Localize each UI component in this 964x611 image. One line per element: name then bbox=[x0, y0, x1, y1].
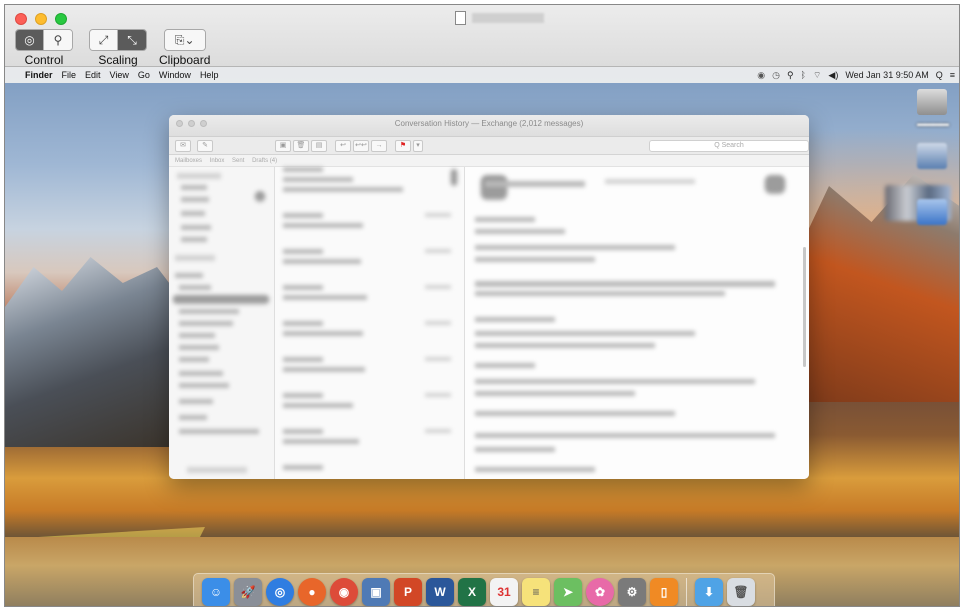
scaling-group: ⤢ ⤡ Scaling bbox=[89, 29, 147, 67]
clipboard-group: ⎘ ⌄ Clipboard bbox=[159, 29, 210, 67]
dock-system-preferences-icon[interactable]: ⚙ bbox=[618, 578, 646, 606]
outlook-window[interactable]: Conversation History — Exchange (2,012 m… bbox=[169, 115, 809, 479]
dock-notes-icon[interactable]: ≡ bbox=[522, 578, 550, 606]
remote-desktop[interactable]: Finder File Edit View Go Window Help ◉ ◷… bbox=[5, 67, 959, 606]
delete-icon[interactable]: 🗑 bbox=[293, 140, 309, 152]
dock-preview-icon[interactable]: ▣ bbox=[362, 578, 390, 606]
clock[interactable]: Wed Jan 31 9:50 AM bbox=[845, 70, 928, 80]
dock-calendar-icon[interactable]: 31 bbox=[490, 578, 518, 606]
control-group: ◎ ⚲ Control bbox=[15, 29, 73, 67]
shrink-arrows-icon[interactable]: ⤡ bbox=[118, 30, 146, 50]
notification-center-icon[interactable]: ≡ bbox=[950, 70, 955, 80]
viewer-window: ◎ ⚲ Control ⤢ ⤡ Scaling ⎘ ⌄ Clipboard Fi… bbox=[4, 4, 960, 607]
message-list[interactable] bbox=[275, 167, 465, 479]
reply-all-icon[interactable]: ↩↩ bbox=[353, 140, 369, 152]
outlook-toolbar: ✉ ✎ ▣ 🗑 ▤ ↩ ↩↩ → ⚑ ▾ Q Search bbox=[169, 137, 809, 155]
menu-window[interactable]: Window bbox=[159, 70, 191, 80]
favorite-drafts[interactable]: Drafts (4) bbox=[252, 158, 277, 164]
dock-chrome-icon[interactable]: ◉ bbox=[330, 578, 358, 606]
record-icon[interactable]: ◉ bbox=[757, 70, 765, 81]
expand-arrows-icon[interactable]: ⤢ bbox=[90, 30, 118, 50]
favorite-sent[interactable]: Sent bbox=[232, 158, 244, 164]
dock-safari-icon[interactable]: ◎ bbox=[266, 578, 294, 606]
binoculars-status-icon[interactable]: ⚲ bbox=[787, 70, 794, 81]
flag-icon[interactable]: ⚑ bbox=[395, 140, 411, 152]
document-icon bbox=[455, 11, 466, 25]
dock-launchpad-icon[interactable]: 🚀 bbox=[234, 578, 262, 606]
dock-downloads-icon[interactable]: ⬇ bbox=[695, 578, 723, 606]
menu-view[interactable]: View bbox=[110, 70, 129, 80]
junk-icon[interactable]: ▤ bbox=[311, 140, 327, 152]
folder-pane[interactable] bbox=[169, 167, 275, 479]
outlook-search-input[interactable]: Q Search bbox=[649, 140, 809, 152]
desktop-file-icon[interactable] bbox=[917, 143, 947, 169]
dock-firefox-icon[interactable]: ● bbox=[298, 578, 326, 606]
hard-drive-icon[interactable] bbox=[917, 89, 947, 115]
reply-icon[interactable]: ↩ bbox=[335, 140, 351, 152]
control-label: Control bbox=[24, 53, 64, 67]
favorites-bar: Mailboxes Inbox Sent Drafts (4) bbox=[169, 155, 809, 167]
menu-go[interactable]: Go bbox=[138, 70, 150, 80]
mountain-left bbox=[5, 257, 195, 447]
dock-photos-icon[interactable]: ✿ bbox=[586, 578, 614, 606]
bluetooth-icon[interactable]: ᛒ bbox=[801, 70, 806, 80]
reading-pane[interactable] bbox=[465, 167, 809, 479]
target-icon[interactable]: ◎ bbox=[16, 30, 44, 50]
window-title-text bbox=[472, 13, 544, 23]
minimize-window-button[interactable] bbox=[35, 13, 47, 25]
volume-icon[interactable]: ◀) bbox=[828, 70, 838, 81]
menu-finder[interactable]: Finder bbox=[25, 70, 53, 80]
outlook-titlebar: Conversation History — Exchange (2,012 m… bbox=[169, 115, 809, 137]
close-window-button[interactable] bbox=[15, 13, 27, 25]
time-machine-icon[interactable]: ◷ bbox=[772, 70, 780, 81]
dock-separator bbox=[686, 578, 687, 606]
mac-menubar: Finder File Edit View Go Window Help ◉ ◷… bbox=[5, 67, 959, 83]
reading-pane-scrollbar[interactable] bbox=[803, 247, 806, 367]
dock-word-icon[interactable]: W bbox=[426, 578, 454, 606]
desktop-folder-icon[interactable] bbox=[917, 199, 947, 225]
archive-icon[interactable]: ▣ bbox=[275, 140, 291, 152]
dock-ibooks-icon[interactable]: ▯ bbox=[650, 578, 678, 606]
menu-file[interactable]: File bbox=[62, 70, 77, 80]
dock-finder-icon[interactable]: ☺ bbox=[202, 578, 230, 606]
flag-dropdown-icon[interactable]: ▾ bbox=[413, 140, 423, 152]
clipboard-icon[interactable]: ⎘ ⌄ bbox=[164, 30, 205, 50]
dock-excel-icon[interactable]: X bbox=[458, 578, 486, 606]
favorite-mailboxes[interactable]: Mailboxes bbox=[175, 158, 202, 164]
dock-maps-icon[interactable]: ➤ bbox=[554, 578, 582, 606]
viewer-toolbar: ◎ ⚲ Control ⤢ ⤡ Scaling ⎘ ⌄ Clipboard bbox=[5, 5, 959, 67]
menu-help[interactable]: Help bbox=[200, 70, 219, 80]
chevron-down-icon: ⌄ bbox=[184, 33, 195, 47]
dock-trash-icon[interactable]: 🗑 bbox=[727, 578, 755, 606]
spotlight-icon[interactable]: Q bbox=[936, 70, 943, 80]
window-title bbox=[455, 11, 544, 25]
hard-drive-label: ▬▬▬▬ bbox=[917, 119, 949, 128]
clipboard-label: Clipboard bbox=[159, 53, 211, 67]
favorite-inbox[interactable]: Inbox bbox=[210, 158, 225, 164]
menu-edit[interactable]: Edit bbox=[85, 70, 101, 80]
outlook-title: Conversation History — Exchange (2,012 m… bbox=[394, 119, 584, 128]
binoculars-icon[interactable]: ⚲ bbox=[44, 30, 72, 50]
dock: ☺ 🚀 ◎ ● ◉ ▣ P W X 31 ≡ ➤ ✿ ⚙ ▯ ⬇ 🗑 bbox=[193, 573, 775, 606]
outlook-body bbox=[169, 167, 809, 479]
forward-icon[interactable]: → bbox=[371, 140, 387, 152]
wifi-icon[interactable]: ⌔ bbox=[813, 70, 821, 81]
new-mail-icon[interactable]: ✉ bbox=[175, 140, 191, 152]
compose-icon[interactable]: ✎ bbox=[197, 140, 213, 152]
scaling-label: Scaling bbox=[98, 53, 138, 67]
dock-powerpoint-icon[interactable]: P bbox=[394, 578, 422, 606]
zoom-window-button[interactable] bbox=[55, 13, 67, 25]
